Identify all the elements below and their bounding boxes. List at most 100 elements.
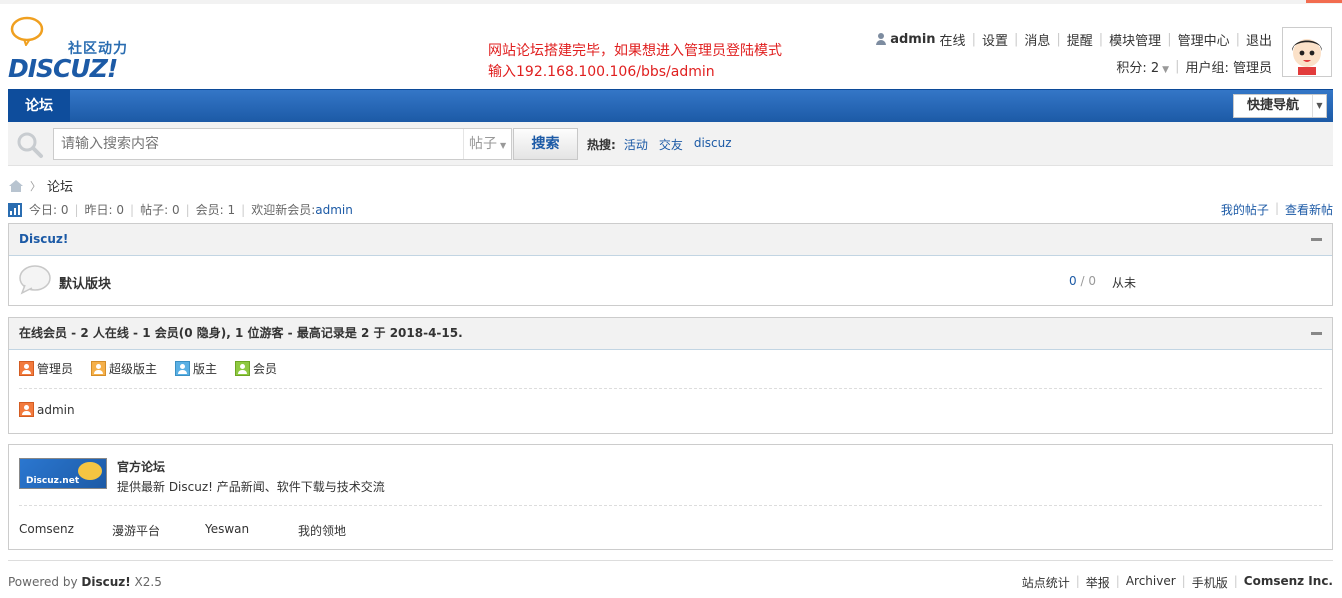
company-link[interactable]: Comsenz Inc. <box>1244 574 1333 591</box>
welcome-text: 欢迎新会员: <box>251 203 316 217</box>
super-moderator-icon <box>91 361 107 376</box>
banner-text: Discuz.net <box>26 476 80 486</box>
official-forum-link[interactable]: Discuz.net 官方论坛 提供最新 Discuz! 产品新闻、软件下载与技… <box>19 458 385 495</box>
forum-row: 默认版块 0 / 0 从未 <box>9 256 1332 306</box>
avatar-image <box>1284 29 1330 75</box>
hot-search-link[interactable]: discuz <box>694 136 732 153</box>
hot-searches: 热搜: 活动 交友 discuz <box>587 136 743 153</box>
site-stats-link[interactable]: 站点统计 <box>1022 574 1070 591</box>
category-box: Discuz! 默认版块 0 / 0 从未 <box>8 223 1333 306</box>
report-link[interactable]: 举报 <box>1086 574 1110 591</box>
chevron-down-icon: ▼ <box>1312 95 1326 117</box>
category-title[interactable]: Discuz! <box>19 232 68 246</box>
friend-link[interactable]: 漫游平台 <box>112 522 205 539</box>
search-type-label: 帖子 <box>469 136 497 152</box>
notice-line-2: 输入192.168.100.106/bbs/admin <box>488 64 715 80</box>
online-title[interactable]: 在线会员 - 2 人在线 - 1 会员(0 隐身), 1 位游客 - 最高记录是… <box>19 326 463 340</box>
credits-label: 积分: 2 <box>1116 60 1160 76</box>
settings-link[interactable]: 设置 <box>982 30 1008 49</box>
admin-center-link[interactable]: 管理中心 <box>1178 30 1230 49</box>
legend-super-moderator: 超级版主 <box>91 360 157 377</box>
powered-prefix: Powered by <box>8 575 82 589</box>
avatar[interactable] <box>1282 27 1332 77</box>
search-bar: 帖子▼ 搜索 热搜: 活动 交友 discuz <box>8 122 1333 166</box>
banner-glow <box>78 462 102 480</box>
legend-moderator: 版主 <box>175 360 217 377</box>
official-forum-title[interactable]: 官方论坛 <box>117 458 385 475</box>
legend-admin: 管理员 <box>19 360 73 377</box>
breadcrumb: 〉 论坛 <box>8 176 73 195</box>
quick-nav-button[interactable]: 快捷导航 ▼ <box>1233 94 1327 118</box>
group-legend: 管理员 超级版主 版主 会员 <box>19 360 295 377</box>
divider <box>19 388 1322 389</box>
notifications-link[interactable]: 提醒 <box>1067 30 1093 49</box>
powered-brand-link[interactable]: Discuz! <box>81 575 130 589</box>
search-button[interactable]: 搜索 <box>513 128 578 160</box>
hot-search-label: 热搜: <box>587 138 616 152</box>
search-type-select[interactable]: 帖子 ▼ <box>463 129 511 159</box>
home-icon[interactable] <box>8 179 24 193</box>
legend-label: 管理员 <box>37 362 74 376</box>
powered-by: Powered by Discuz! X2.5 <box>8 575 162 589</box>
my-links: 我的帖子 | 查看新帖 <box>1220 201 1333 218</box>
search-input[interactable] <box>54 129 459 159</box>
notice-line-1: 网站论坛搭建完毕，如果想进入管理员登陆模式 <box>488 43 782 59</box>
footer-divider <box>8 560 1333 561</box>
site-logo[interactable]: 社区动力 DISCUZ! <box>8 14 138 84</box>
hot-search-link[interactable]: 活动 <box>624 136 648 153</box>
quick-nav-label: 快捷导航 <box>1246 98 1299 113</box>
official-forum-desc: 提供最新 Discuz! 产品新闻、软件下载与技术交流 <box>117 480 385 494</box>
stat-today: 今日: 0 <box>29 203 69 217</box>
forum-stats: 今日: 0 | 昨日: 0 | 帖子: 0 | 会员: 1 | 欢迎新会员: a… <box>8 201 353 218</box>
version: X2.5 <box>130 575 162 589</box>
archiver-link[interactable]: Archiver <box>1126 574 1176 591</box>
forum-counts: 0 / 0 <box>1069 274 1096 288</box>
username-link[interactable]: admin <box>890 32 935 47</box>
collapse-icon[interactable] <box>1311 332 1322 335</box>
stat-posts: 帖子: 0 <box>140 203 180 217</box>
chevron-down-icon: ▼ <box>1162 64 1170 75</box>
top-strip <box>0 0 1342 4</box>
online-user-link[interactable]: admin <box>37 403 75 417</box>
credits-menu[interactable]: 积分: 2 ▼ <box>1116 57 1169 76</box>
search-icon <box>17 132 43 158</box>
user-icon <box>875 32 887 46</box>
thread-count: 0 <box>1069 274 1077 288</box>
divider <box>19 505 1322 506</box>
online-header: 在线会员 - 2 人在线 - 1 会员(0 隐身), 1 位游客 - 最高记录是… <box>9 318 1332 350</box>
legend-member: 会员 <box>235 360 277 377</box>
last-post: 从未 <box>1112 276 1137 290</box>
main-nav: 论坛 快捷导航 ▼ <box>8 89 1333 122</box>
logo-wordmark: DISCUZ! <box>8 54 118 83</box>
my-posts-link[interactable]: 我的帖子 <box>1221 201 1269 218</box>
online-status[interactable]: 在线 <box>940 30 966 49</box>
usergroup-link[interactable]: 用户组: 管理员 <box>1185 57 1272 76</box>
hot-search-link[interactable]: 交友 <box>659 136 683 153</box>
newest-member-link[interactable]: admin <box>315 203 353 217</box>
text-links: Comsenz 漫游平台 Yeswan 我的领地 <box>19 522 391 539</box>
friend-link[interactable]: 我的领地 <box>298 522 391 539</box>
forum-bubble-icon <box>19 265 51 295</box>
member-icon <box>235 361 251 376</box>
logout-link[interactable]: 退出 <box>1246 30 1272 49</box>
online-user: admin <box>19 402 75 417</box>
forum-name-link[interactable]: 默认版块 <box>59 273 111 292</box>
tab-forum[interactable]: 论坛 <box>8 90 70 122</box>
user-bar: admin 在线 | 设置 | 消息 | 提醒 | 模块管理 | 管理中心 | … <box>875 30 1272 76</box>
moderator-icon <box>175 361 191 376</box>
post-count: 0 <box>1088 274 1096 288</box>
discuz-net-banner[interactable]: Discuz.net <box>19 458 107 489</box>
friend-link[interactable]: Comsenz <box>19 522 112 539</box>
messages-link[interactable]: 消息 <box>1024 30 1050 49</box>
category-header: Discuz! <box>9 224 1332 256</box>
collapse-icon[interactable] <box>1311 238 1322 241</box>
admin-user-icon <box>19 361 34 376</box>
speech-bubble-icon <box>10 16 44 46</box>
mobile-link[interactable]: 手机版 <box>1192 574 1228 591</box>
module-admin-link[interactable]: 模块管理 <box>1109 30 1161 49</box>
chevron-down-icon: ▼ <box>500 141 507 150</box>
new-posts-link[interactable]: 查看新帖 <box>1285 201 1333 218</box>
top-accent <box>1306 0 1342 3</box>
bar-chart-icon <box>8 202 22 217</box>
friend-link[interactable]: Yeswan <box>205 522 298 539</box>
